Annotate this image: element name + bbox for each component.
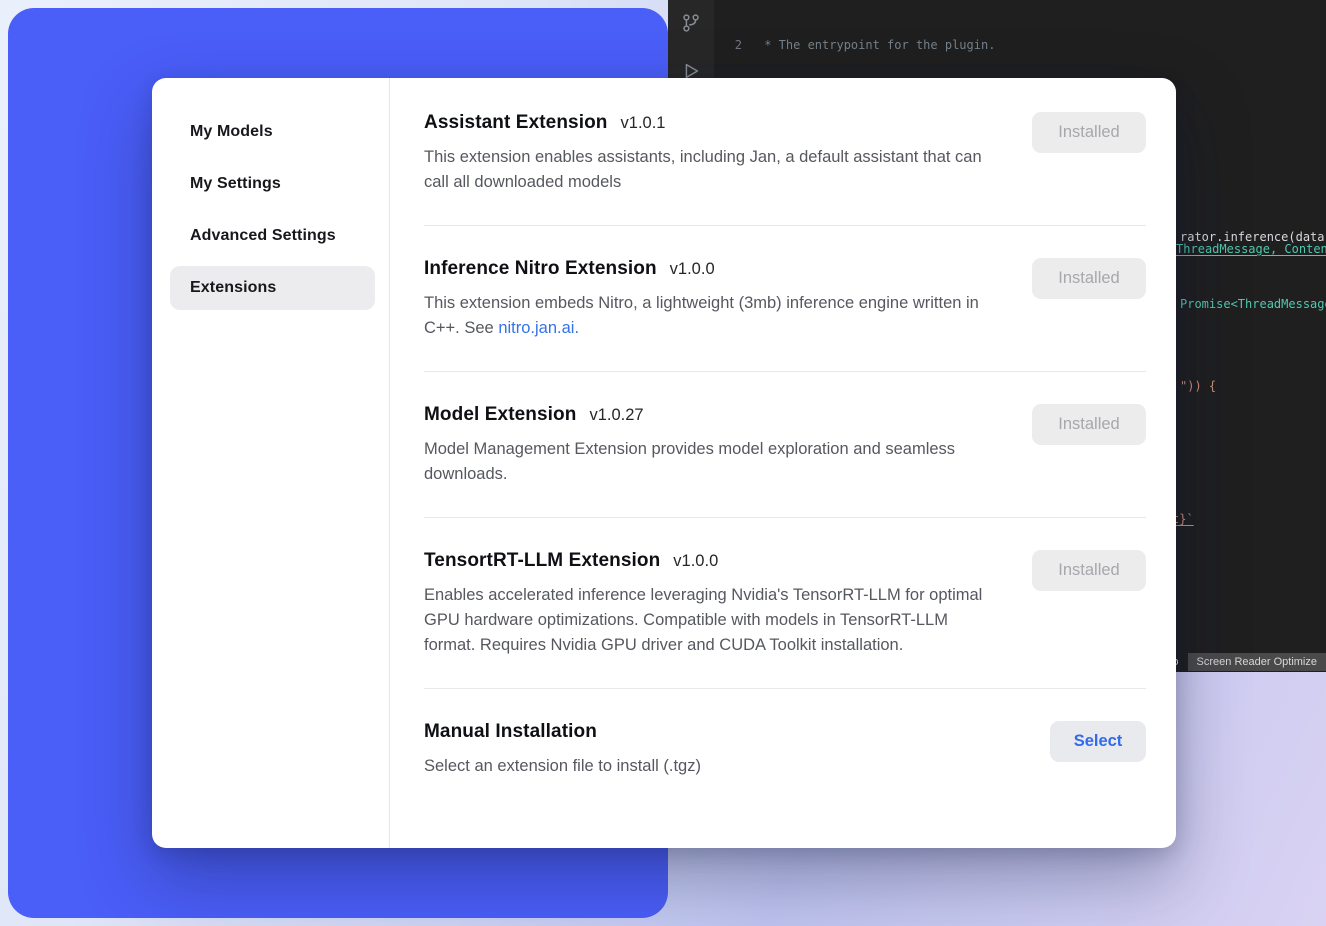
sidebar-item-my-models[interactable]: My Models <box>170 110 375 154</box>
line-number: 2 <box>714 37 742 54</box>
sidebar-item-my-settings[interactable]: My Settings <box>170 162 375 206</box>
installed-button[interactable]: Installed <box>1032 112 1146 153</box>
manual-installation-title: Manual Installation <box>424 721 597 743</box>
installed-button[interactable]: Installed <box>1032 404 1146 445</box>
installed-button[interactable]: Installed <box>1032 258 1146 299</box>
extension-title: Assistant Extension <box>424 112 608 134</box>
extension-row-assistant: Assistant Extension v1.0.1 This extensio… <box>424 112 1146 226</box>
settings-modal: My Models My Settings Advanced Settings … <box>152 78 1176 848</box>
extension-version: v1.0.0 <box>670 260 715 279</box>
extension-title: Model Extension <box>424 404 576 426</box>
code-fragment: ")) { <box>1180 379 1216 393</box>
extension-title-row: Model Extension v1.0.27 <box>424 404 1002 426</box>
extension-title-row: Inference Nitro Extension v1.0.0 <box>424 258 1002 280</box>
extension-version: v1.0.0 <box>673 552 718 571</box>
extension-version: v1.0.27 <box>589 406 643 425</box>
editor-status-bar: go Screen Reader Optimize <box>1156 651 1326 672</box>
extension-title-row: Manual Installation <box>424 721 701 743</box>
extension-info: TensortRT-LLM Extension v1.0.0 Enables a… <box>424 550 1002 658</box>
extension-description: Enables accelerated inference leveraging… <box>424 583 1002 658</box>
code-line: 2 * The entrypoint for the plugin. <box>714 37 1326 54</box>
sidebar-item-extensions[interactable]: Extensions <box>170 266 375 310</box>
source-control-icon[interactable] <box>680 12 702 34</box>
extension-info: Inference Nitro Extension v1.0.0 This ex… <box>424 258 1002 341</box>
extension-title: TensortRT-LLM Extension <box>424 550 660 572</box>
extension-description: This extension enables assistants, inclu… <box>424 145 1002 195</box>
extension-version: v1.0.1 <box>621 114 666 133</box>
sidebar-item-advanced-settings[interactable]: Advanced Settings <box>170 214 375 258</box>
extension-info: Manual Installation Select an extension … <box>424 721 701 779</box>
installed-button[interactable]: Installed <box>1032 550 1146 591</box>
extension-row-tensorrt-llm: TensortRT-LLM Extension v1.0.0 Enables a… <box>424 518 1146 689</box>
settings-sidebar: My Models My Settings Advanced Settings … <box>152 78 390 848</box>
select-file-button[interactable]: Select <box>1050 721 1146 762</box>
extension-description: This extension embeds Nitro, a lightweig… <box>424 291 1002 341</box>
extension-description: Model Management Extension provides mode… <box>424 437 1002 487</box>
screen-reader-chip[interactable]: Screen Reader Optimize <box>1188 653 1326 671</box>
manual-installation-description: Select an extension file to install (.tg… <box>424 754 701 779</box>
extension-row-model: Model Extension v1.0.27 Model Management… <box>424 372 1146 518</box>
code-fragment: Promise<ThreadMessage> <box>1180 297 1326 311</box>
extension-title-row: TensortRT-LLM Extension v1.0.0 <box>424 550 1002 572</box>
extension-title-row: Assistant Extension v1.0.1 <box>424 112 1002 134</box>
extension-title: Inference Nitro Extension <box>424 258 657 280</box>
code-fragment: rator.inference(data)); <box>1180 230 1326 244</box>
extension-row-inference-nitro: Inference Nitro Extension v1.0.0 This ex… <box>424 226 1146 372</box>
extension-info: Model Extension v1.0.27 Model Management… <box>424 404 1002 487</box>
code-text: * The entrypoint for the plugin. <box>757 37 995 54</box>
nitro-jan-ai-link[interactable]: nitro.jan.ai. <box>498 319 579 337</box>
manual-installation-row: Manual Installation Select an extension … <box>424 689 1146 809</box>
extensions-panel: Assistant Extension v1.0.1 This extensio… <box>390 78 1176 848</box>
extension-info: Assistant Extension v1.0.1 This extensio… <box>424 112 1002 195</box>
